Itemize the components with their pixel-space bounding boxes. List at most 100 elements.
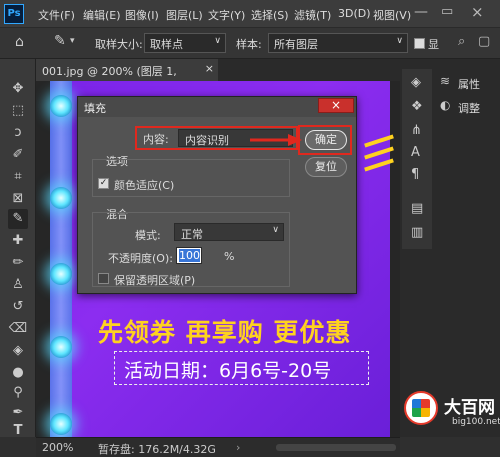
- menu-filter[interactable]: 滤镜(T): [294, 7, 331, 23]
- scratch-disk-info: 暂存盘: 176.2M/4.32G: [98, 443, 216, 456]
- light-bulb: [50, 187, 72, 209]
- menu-3d[interactable]: 3D(D): [338, 7, 371, 20]
- chevron-down-icon: ∨: [214, 36, 221, 46]
- opacity-input[interactable]: 100: [176, 247, 202, 264]
- healing-brush-tool-icon[interactable]: ✚: [8, 231, 28, 251]
- sample-size-select[interactable]: 取样点 ∨: [144, 33, 226, 53]
- watermark-logo-icon: [404, 391, 438, 425]
- menu-layer[interactable]: 图层(L): [166, 7, 203, 23]
- paragraph-icon[interactable]: ¶: [411, 167, 419, 182]
- contents-label: 内容:: [143, 133, 169, 146]
- right-panel-dock: ◈ ❖ ⋔ A ¶ ▤ ▥ ≋ 属性 ◐ 调整 大百网 big100.net: [400, 59, 500, 437]
- adjustments-label: 调整: [458, 102, 480, 115]
- color-icon[interactable]: ❖: [411, 99, 423, 114]
- paint-bucket-tool-icon[interactable]: ◈: [8, 341, 28, 361]
- sample-size-value: 取样点: [150, 38, 183, 51]
- history-brush-tool-icon[interactable]: ↺: [8, 297, 28, 317]
- promo-slogan: 先领券 再享购 更优惠: [98, 318, 352, 347]
- document-tab[interactable]: 001.jpg @ 200% (图层 1, RGB/8#) * ×: [36, 59, 218, 92]
- minimize-icon[interactable]: —: [414, 4, 428, 20]
- properties-label: 属性: [458, 78, 480, 91]
- lasso-tool-icon[interactable]: ↄ: [8, 123, 28, 143]
- panel-adjustments[interactable]: ◐ 调整: [438, 97, 498, 117]
- type-tool-icon[interactable]: T: [8, 421, 28, 441]
- opacity-value: 100: [179, 249, 200, 262]
- menu-image[interactable]: 图像(I): [125, 7, 159, 23]
- blur-tool-icon[interactable]: ●: [8, 363, 28, 383]
- dodge-tool-icon[interactable]: ⚲: [8, 383, 28, 403]
- search-icon[interactable]: ⌕: [458, 34, 465, 49]
- document-tab-bar: 001.jpg @ 200% (图层 1, RGB/8#) * ×: [36, 59, 400, 92]
- color-adaptation-label: 颜色适应(C): [114, 179, 175, 192]
- notes-icon[interactable]: ▥: [411, 225, 423, 240]
- light-bar: [50, 81, 72, 437]
- menu-file[interactable]: 文件(F): [38, 7, 75, 23]
- eyedropper-tool-icon[interactable]: ✎: [8, 209, 28, 229]
- layers-icon: ≋: [440, 74, 451, 88]
- light-bulb: [50, 336, 72, 358]
- sample-select[interactable]: 所有图层 ∨: [268, 33, 408, 53]
- tools-panel: ✥ ⬚ ↄ ✐ ⌗ ⊠ ✎ ✚ ✏ ♙ ↺ ⌫ ◈ ● ⚲ ✒ T: [0, 59, 36, 438]
- sample-label: 样本:: [236, 38, 262, 51]
- show-ring-label: 显: [428, 38, 439, 51]
- light-bulb: [50, 95, 72, 117]
- deco-stripe: [364, 146, 394, 160]
- zoom-level[interactable]: 200%: [42, 441, 73, 454]
- panel-properties[interactable]: ≋ 属性: [438, 73, 498, 93]
- sample-value: 所有图层: [274, 38, 318, 51]
- watermark-logo-squares: [412, 399, 430, 417]
- brush-tool-icon[interactable]: ✏: [8, 253, 28, 273]
- panel-icon-strip: ◈ ❖ ⋔ A ¶ ▤ ▥: [402, 69, 432, 249]
- deco-stripe: [364, 134, 394, 148]
- chevron-down-icon[interactable]: ▾: [70, 36, 75, 46]
- dialog-close-icon[interactable]: ×: [318, 98, 354, 113]
- marquee-tool-icon[interactable]: ⬚: [8, 101, 28, 121]
- menu-bar: Ps 文件(F) 编辑(E) 图像(I) 图层(L) 文字(Y) 选择(S) 滤…: [0, 0, 500, 28]
- frame-tool-icon[interactable]: ⊠: [8, 189, 28, 209]
- reset-button[interactable]: 复位: [305, 157, 347, 177]
- fill-dialog: 填充 × 内容: 内容识别 选项 ✓ 颜色适应(C) 混合 模式: 正常 ∨ 不…: [77, 96, 357, 294]
- opacity-label: 不透明度(O):: [108, 252, 173, 265]
- path-icon[interactable]: ⋔: [411, 123, 422, 138]
- contents-value: 内容识别: [185, 134, 229, 147]
- character-icon[interactable]: A: [411, 145, 420, 160]
- eraser-tool-icon[interactable]: ⌫: [8, 319, 28, 339]
- workspace-icon[interactable]: ▢: [478, 34, 490, 49]
- adjustments-icon: ◐: [440, 98, 451, 112]
- ok-button[interactable]: 确定: [305, 130, 347, 150]
- chevron-down-icon: ∨: [272, 225, 279, 235]
- horizontal-scrollbar[interactable]: [276, 444, 396, 451]
- deco-stripe: [364, 158, 394, 172]
- quick-select-tool-icon[interactable]: ✐: [8, 145, 28, 165]
- preserve-transparency-checkbox[interactable]: [98, 273, 109, 284]
- eyedropper-icon[interactable]: ✎: [54, 33, 66, 49]
- options-bar: ⌂ ✎ ▾ 取样大小: 取样点 ∨ 样本: 所有图层 ∨ 显 ⌕ ▢: [0, 28, 500, 59]
- pen-tool-icon[interactable]: ✒: [8, 403, 28, 423]
- sample-size-label: 取样大小:: [95, 38, 143, 51]
- menu-select[interactable]: 选择(S): [251, 7, 289, 23]
- red-arrow-annotation: [250, 134, 302, 146]
- menu-view[interactable]: 视图(V): [373, 7, 411, 23]
- photoshop-logo: Ps: [4, 4, 24, 24]
- show-ring-checkbox[interactable]: [414, 38, 425, 49]
- menu-edit[interactable]: 编辑(E): [83, 7, 121, 23]
- status-arrow-icon[interactable]: ›: [236, 441, 240, 454]
- dialog-title: 填充: [78, 97, 356, 117]
- home-icon[interactable]: ⌂: [15, 34, 24, 50]
- 3d-icon[interactable]: ◈: [411, 75, 421, 90]
- mode-select[interactable]: 正常 ∨: [174, 223, 284, 241]
- tab-close-icon[interactable]: ×: [205, 62, 214, 75]
- move-tool-icon[interactable]: ✥: [8, 79, 28, 99]
- menu-type[interactable]: 文字(Y): [208, 7, 245, 23]
- mode-label: 模式:: [135, 229, 161, 242]
- close-icon[interactable]: ×: [471, 3, 484, 21]
- restore-icon[interactable]: ▭: [441, 4, 453, 19]
- crop-tool-icon[interactable]: ⌗: [8, 167, 28, 187]
- mode-value: 正常: [181, 228, 203, 241]
- light-bulb: [50, 263, 72, 285]
- clone-stamp-tool-icon[interactable]: ♙: [8, 275, 28, 295]
- library-icon[interactable]: ▤: [411, 201, 423, 216]
- preserve-transparency-label: 保留透明区域(P): [114, 274, 196, 287]
- light-bulb: [50, 413, 72, 435]
- color-adaptation-checkbox[interactable]: ✓: [98, 178, 109, 189]
